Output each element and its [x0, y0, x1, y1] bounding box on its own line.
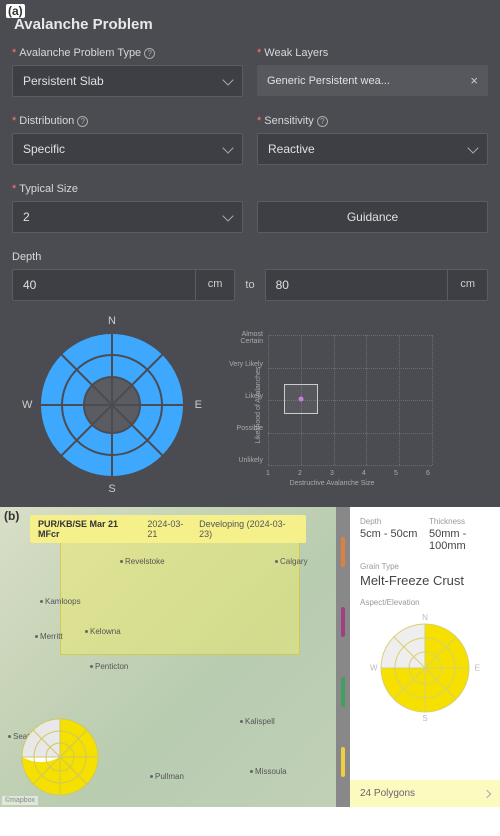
map-panel: (b) PUR/KB/SE Mar 21 MFcr 2024-03-21 Dev…	[0, 507, 500, 807]
typical-size-select[interactable]: 2	[12, 201, 243, 233]
panel-a-label: (a)	[6, 4, 25, 18]
strip-segment[interactable]	[341, 747, 345, 777]
chevron-down-icon	[222, 210, 233, 221]
sensitivity-label: *Sensitivity ?	[257, 115, 488, 127]
weak-layers-select[interactable]: Generic Persistent wea... ×	[257, 65, 488, 96]
depth-unit: cm	[447, 269, 488, 301]
strip-segment[interactable]	[341, 677, 345, 707]
rose-s: S	[108, 483, 115, 495]
aspect-rose-chart[interactable]: N E S W	[22, 315, 202, 495]
thickness-value: 50mm - 100mm	[429, 528, 490, 552]
strip-segment[interactable]	[341, 607, 345, 637]
sensitivity-select[interactable]: Reactive	[257, 133, 488, 165]
chevron-down-icon	[222, 142, 233, 153]
chevron-down-icon	[222, 74, 233, 85]
map[interactable]: PUR/KB/SE Mar 21 MFcr 2024-03-21 Develop…	[0, 507, 336, 807]
weak-layers-label: *Weak Layers	[257, 47, 488, 59]
rose-w: W	[22, 399, 32, 411]
problem-type-select[interactable]: Persistent Slab	[12, 65, 243, 97]
details-panel: Depth 5cm - 50cm Thickness 50mm - 100mm …	[350, 507, 500, 807]
distribution-select[interactable]: Specific	[12, 133, 243, 165]
help-icon: ?	[144, 48, 155, 59]
hazard-chart[interactable]: Likelihood of Avalanches Almost Certain …	[222, 325, 442, 485]
grain-value: Melt-Freeze Crust	[360, 573, 490, 588]
chevron-down-icon	[467, 142, 478, 153]
panel-b-label: (b)	[4, 509, 19, 523]
depth-unit: cm	[195, 269, 236, 301]
depth-label: Depth	[360, 517, 421, 526]
guidance-button[interactable]: Guidance	[257, 201, 488, 233]
side-aspect-rose: N E S W	[370, 613, 480, 723]
map-region-overlay	[60, 535, 300, 655]
rose-e: E	[195, 399, 202, 411]
aspect-label: Aspect/Elevation	[360, 598, 490, 607]
distribution-label: *Distribution ?	[12, 115, 243, 127]
avalanche-problem-panel: (a) Avalanche Problem *Avalanche Problem…	[0, 0, 500, 507]
hazard-marker	[284, 384, 318, 414]
depth-value: 5cm - 50cm	[360, 528, 421, 540]
map-aspect-rose	[20, 717, 100, 797]
depth-to: to	[245, 279, 254, 291]
depth-max-input[interactable]: 80	[265, 269, 448, 301]
thickness-label: Thickness	[429, 517, 490, 526]
polygons-button[interactable]: 24 Polygons	[350, 780, 500, 807]
typical-size-label: *Typical Size	[12, 183, 243, 195]
chevron-right-icon	[483, 789, 491, 797]
depth-label: Depth	[12, 251, 488, 263]
depth-min-input[interactable]: 40	[12, 269, 195, 301]
help-icon: ?	[77, 116, 88, 127]
help-icon: ?	[317, 116, 328, 127]
layer-strip	[336, 507, 350, 807]
hazard-x-axis: Destructive Avalanche Size	[290, 480, 375, 487]
strip-segment[interactable]	[341, 537, 345, 567]
map-banner[interactable]: PUR/KB/SE Mar 21 MFcr 2024-03-21 Develop…	[30, 515, 306, 543]
close-icon[interactable]: ×	[470, 73, 478, 88]
map-attribution: ©mapbox	[2, 796, 38, 805]
problem-type-label: *Avalanche Problem Type ?	[12, 47, 243, 59]
grain-label: Grain Type	[360, 562, 490, 571]
panel-title: Avalanche Problem	[14, 16, 488, 33]
rose-n: N	[108, 315, 116, 327]
